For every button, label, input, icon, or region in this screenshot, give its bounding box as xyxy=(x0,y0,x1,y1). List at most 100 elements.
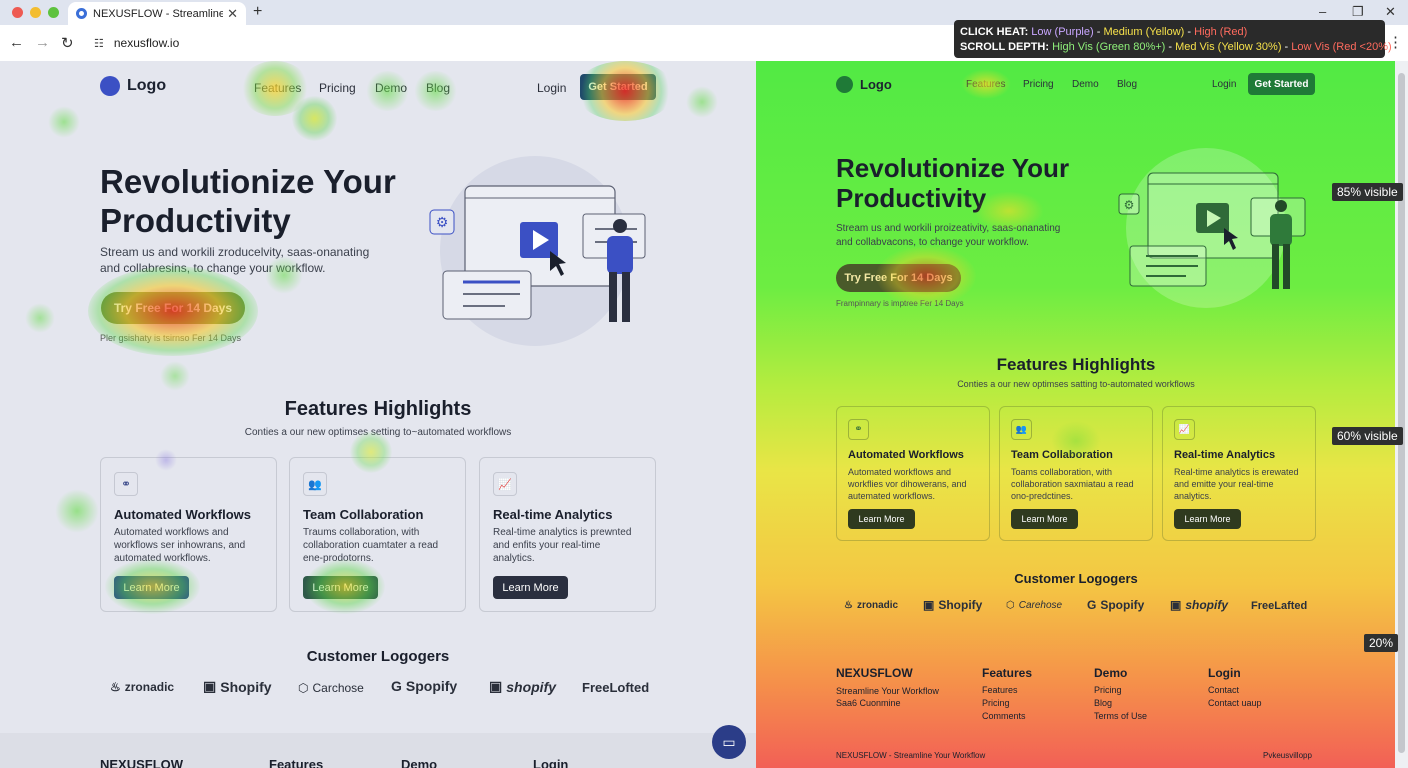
minimize-window-icon[interactable] xyxy=(30,7,41,18)
nav-features[interactable]: Features xyxy=(966,79,1005,90)
new-tab-button[interactable]: + xyxy=(253,3,262,21)
nav-login[interactable]: Login xyxy=(1212,79,1236,90)
card-title: Team Collaboration xyxy=(1011,449,1113,461)
line-chart-icon: 📈 xyxy=(493,472,517,496)
site-logo[interactable]: Logo xyxy=(100,76,166,96)
scroll-depth-legend: SCROLL DEPTH: High Vis (Green 80%+) - Me… xyxy=(960,40,1392,55)
customer-logo-text: FreeLafted xyxy=(1251,600,1308,612)
card-description: Automated workflows and workflies vor di… xyxy=(848,466,967,502)
learn-more-button[interactable]: Learn More xyxy=(493,576,568,599)
cta-try-free-button[interactable]: Try Free For 14 Days xyxy=(101,292,245,324)
nav-demo[interactable]: Demo xyxy=(1072,79,1099,90)
share-nodes-icon: ⚭ xyxy=(848,419,869,440)
card-description: Automated workflows and workflows ser in… xyxy=(114,526,245,565)
customer-logo-text: FreeLofted xyxy=(582,680,650,695)
nav-blog[interactable]: Blog xyxy=(426,81,450,95)
nav-pricing[interactable]: Pricing xyxy=(1023,79,1054,90)
features-subtitle: Conties a our new optimses setting to~au… xyxy=(244,427,512,438)
hero-title-line1: Revolutionize Your xyxy=(100,163,396,200)
footer-link[interactable]: Contact uaup xyxy=(1208,697,1262,710)
heat-spot xyxy=(48,106,80,138)
nav-login[interactable]: Login xyxy=(537,81,566,95)
card-title: Automated Workflows xyxy=(848,449,964,461)
nav-pricing[interactable]: Pricing xyxy=(319,81,356,95)
features-subtitle: Conties a our new optimses satting to-au… xyxy=(957,379,1195,389)
hero-illustration: ⚙ xyxy=(1118,148,1306,308)
footer-link[interactable]: Features xyxy=(982,684,1026,697)
feature-card-automated: ⚭ Automated Workflows Automated workflow… xyxy=(836,406,990,541)
scrollbar[interactable] xyxy=(1395,61,1408,768)
back-icon[interactable]: ← xyxy=(9,34,24,51)
footer-link[interactable]: Pricing xyxy=(982,697,1026,710)
forward-icon[interactable]: → xyxy=(35,34,50,51)
cta-try-free-button[interactable]: Try Free For 14 Days xyxy=(836,264,961,292)
minimize-button[interactable]: – xyxy=(1319,4,1326,19)
separator: - xyxy=(1184,26,1195,38)
shopping-bag-icon: ▣ xyxy=(1170,598,1182,612)
footer-link[interactable]: Contact xyxy=(1208,684,1262,697)
reload-icon[interactable]: ↻ xyxy=(61,34,74,52)
shopping-bag-icon: ▣ xyxy=(203,678,217,694)
footer-link[interactable]: Blog xyxy=(1094,697,1147,710)
nav-blog[interactable]: Blog xyxy=(1117,79,1137,90)
customer-logo-text: Spopify xyxy=(1100,598,1145,612)
browser-tab[interactable]: NEXUSFLOW - Streamline Your Workflow ✕ xyxy=(68,2,246,25)
click-high-label: High (Red) xyxy=(1194,26,1248,38)
flame-icon: ♨ xyxy=(844,600,853,611)
cta-note: Frampinnary is imptree Fer 14 Days xyxy=(836,299,964,308)
restore-button[interactable]: ❐ xyxy=(1352,4,1364,20)
card-line: collaboration saxmiatau a read xyxy=(1011,479,1134,489)
customers-title: Customer Logogers xyxy=(1014,571,1138,586)
card-line: Automated workflows and xyxy=(114,527,229,538)
heat-spot xyxy=(686,86,718,118)
nav-features[interactable]: Features xyxy=(254,81,301,95)
learn-more-button[interactable]: Learn More xyxy=(303,576,378,599)
learn-more-button[interactable]: Learn More xyxy=(114,576,189,599)
site-logo[interactable]: Logo xyxy=(836,76,892,93)
chat-bubble-icon[interactable]: ▭ xyxy=(712,725,746,759)
card-line: workflows ser inhowrans, and xyxy=(114,540,246,551)
footer-link[interactable]: Pricing xyxy=(1094,684,1147,697)
feature-card-team: 👥 Team Collaboration Toams collaboration… xyxy=(999,406,1153,541)
hero-title-line2: Productivity xyxy=(836,183,987,214)
card-line: Toams collaboration, with xyxy=(1011,467,1113,477)
footer-bottom-text: NEXUSFLOW - Streamline Your Workflow xyxy=(836,751,986,760)
hero-subtitle-line1: Stream us and workili zroducelvity, saas… xyxy=(100,245,370,259)
separator: - xyxy=(1281,41,1292,53)
footer-link[interactable]: Streamline Your Workflow xyxy=(836,685,939,697)
scroll-depth-pane: Logo Features Pricing Demo Blog Login Ge… xyxy=(756,61,1408,768)
card-line: autemated workflows. xyxy=(848,491,936,501)
scrollbar-thumb[interactable] xyxy=(1398,73,1405,753)
get-started-button[interactable]: Get Started xyxy=(580,74,656,100)
customers-title: Customer Logogers xyxy=(306,648,450,665)
footer-col: Contact Contact uaup xyxy=(1208,684,1262,710)
learn-more-button[interactable]: Learn More xyxy=(1174,509,1241,529)
footer-link[interactable]: Saa6 Cuonmine xyxy=(836,697,939,709)
customer-logo: G Spopify xyxy=(1087,598,1144,612)
window-traffic-lights xyxy=(12,7,59,18)
logo-icon xyxy=(836,76,853,93)
heat-spot xyxy=(25,303,55,333)
get-started-button[interactable]: Get Started xyxy=(1248,73,1315,95)
heatmap-legend: CLICK HEAT: Low (Purple) - Medium (Yello… xyxy=(954,20,1392,58)
footer-col: Streamline Your Workflow Saa6 Cuonmine xyxy=(836,685,939,709)
address-bar[interactable]: ☷ nexusflow.io xyxy=(86,31,966,55)
close-window-icon[interactable] xyxy=(12,7,23,18)
shopping-bag-icon: ▣ xyxy=(923,598,935,612)
card-line: ene-prodotorns. xyxy=(303,553,374,564)
close-button[interactable]: ✕ xyxy=(1385,4,1396,20)
card-title: Team Collaboration xyxy=(303,507,424,522)
customer-logo-text: Carehose xyxy=(1018,600,1063,611)
nav-demo[interactable]: Demo xyxy=(375,81,407,95)
card-line: analytics. xyxy=(493,553,535,564)
footer-link[interactable]: Terms of Use xyxy=(1094,710,1147,723)
close-tab-icon[interactable]: ✕ xyxy=(227,6,238,22)
customer-logo-text: Spopify xyxy=(405,678,458,694)
click-heat-legend: CLICK HEAT: Low (Purple) - Medium (Yello… xyxy=(960,25,1379,40)
maximize-window-icon[interactable] xyxy=(48,7,59,18)
site-info-icon[interactable]: ☷ xyxy=(94,37,104,50)
learn-more-button[interactable]: Learn More xyxy=(1011,509,1078,529)
customer-logo: ⬡ Carehose xyxy=(1006,600,1062,611)
footer-link[interactable]: Comments xyxy=(982,710,1026,723)
learn-more-button[interactable]: Learn More xyxy=(848,509,915,529)
